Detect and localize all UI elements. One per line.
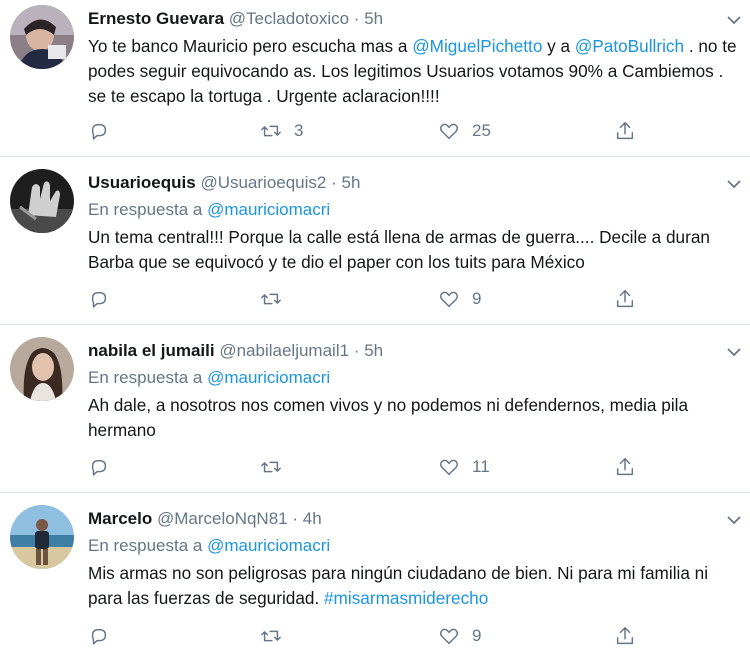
tweet-actions: 3 25: [88, 119, 648, 143]
text-segment: y a: [542, 36, 575, 56]
retweet-count: 3: [294, 121, 304, 140]
user-handle[interactable]: @Tecladotoxico: [229, 9, 349, 28]
share-icon: [616, 458, 634, 476]
display-name[interactable]: Usuarioequis: [88, 173, 196, 192]
reply-button[interactable]: [88, 119, 122, 143]
avatar-image: [10, 337, 74, 401]
reply-icon: [91, 123, 107, 140]
tweet-actions: 9: [88, 287, 648, 311]
chevron-down-icon[interactable]: [724, 342, 744, 362]
share-button[interactable]: [614, 119, 636, 143]
tweet[interactable]: Ernesto Guevara @Tecladotoxico · 5h Yo t…: [0, 0, 750, 157]
tweet-text: Ah dale, a nosotros nos comen vivos y no…: [88, 393, 738, 443]
retweet-button[interactable]: [260, 455, 294, 479]
chevron-down-icon[interactable]: [724, 10, 744, 30]
reply-icon: [91, 291, 107, 308]
mention-link[interactable]: @MiguelPichetto: [412, 36, 542, 56]
share-icon: [616, 122, 634, 140]
reply-prefix: En respuesta a: [88, 368, 203, 387]
tweet-actions: 9: [88, 624, 648, 648]
separator: ·: [292, 509, 299, 528]
tweet[interactable]: nabila el jumaili @nabilaeljumail1 · 5h …: [0, 325, 750, 493]
reply-icon: [91, 628, 107, 645]
timestamp[interactable]: 5h: [342, 173, 361, 192]
retweet-button[interactable]: [260, 624, 294, 648]
like-button[interactable]: 25: [438, 119, 491, 143]
heart-icon: [439, 628, 459, 645]
reply-to-link[interactable]: @mauriciomacri: [207, 200, 330, 219]
tweet-header: Marcelo @MarceloNqN81 · 4h: [88, 506, 322, 532]
retweet-icon: [261, 125, 281, 137]
reply-icon: [91, 459, 107, 476]
user-handle[interactable]: @MarceloNqN81: [157, 509, 288, 528]
text-segment: Un tema central!!! Porque la calle está …: [88, 227, 710, 272]
reply-to-link[interactable]: @mauriciomacri: [207, 368, 330, 387]
display-name[interactable]: Marcelo: [88, 509, 152, 528]
like-count: 9: [472, 626, 482, 645]
share-button[interactable]: [614, 455, 636, 479]
timestamp[interactable]: 5h: [364, 341, 383, 360]
retweet-button[interactable]: [260, 287, 294, 311]
display-name[interactable]: Ernesto Guevara: [88, 9, 224, 28]
like-button[interactable]: 9: [438, 287, 481, 311]
share-button[interactable]: [614, 624, 636, 648]
reply-prefix: En respuesta a: [88, 536, 203, 555]
like-count: 9: [472, 289, 482, 308]
avatar[interactable]: [10, 505, 74, 569]
tweet-text: Mis armas no son peligrosas para ningún …: [88, 561, 738, 611]
like-button[interactable]: 11: [438, 455, 490, 479]
heart-icon: [439, 459, 459, 476]
retweet-icon: [261, 293, 281, 305]
avatar-image: [10, 505, 74, 569]
text-segment: Yo te banco Mauricio pero escucha mas a: [88, 36, 413, 56]
avatar[interactable]: [10, 337, 74, 401]
share-icon: [616, 290, 634, 308]
tweet-feed: Ernesto Guevara @Tecladotoxico · 5h Yo t…: [0, 0, 750, 657]
retweet-icon: [261, 461, 281, 473]
reply-button[interactable]: [88, 455, 122, 479]
avatar-image: [10, 169, 74, 233]
reply-button[interactable]: [88, 624, 122, 648]
tweet[interactable]: Usuarioequis @Usuarioequis2 · 5h En resp…: [0, 157, 750, 325]
user-handle[interactable]: @nabilaeljumail1: [219, 341, 349, 360]
tweet-actions: 11: [88, 455, 648, 479]
like-button[interactable]: 9: [438, 624, 481, 648]
avatar-image: [10, 5, 74, 69]
chevron-down-icon[interactable]: [724, 174, 744, 194]
tweet-header: Usuarioequis @Usuarioequis2 · 5h: [88, 170, 360, 196]
user-handle[interactable]: @Usuarioequis2: [200, 173, 326, 192]
timestamp[interactable]: 4h: [303, 509, 322, 528]
heart-icon: [439, 291, 459, 308]
tweet[interactable]: Marcelo @MarceloNqN81 · 4h En respuesta …: [0, 493, 750, 657]
text-segment: Ah dale, a nosotros nos comen vivos y no…: [88, 395, 689, 440]
retweet-button[interactable]: 3: [260, 119, 303, 143]
reply-button[interactable]: [88, 287, 122, 311]
tweet-text: Yo te banco Mauricio pero escucha mas a …: [88, 34, 738, 109]
tweet-header: Ernesto Guevara @Tecladotoxico · 5h: [88, 6, 383, 32]
separator: ·: [353, 341, 360, 360]
display-name[interactable]: nabila el jumaili: [88, 341, 215, 360]
tweet-text: Un tema central!!! Porque la calle está …: [88, 225, 738, 275]
separator: ·: [353, 9, 360, 28]
mention-link[interactable]: @PatoBullrich: [575, 36, 684, 56]
timestamp[interactable]: 5h: [364, 9, 383, 28]
share-icon: [616, 627, 634, 645]
reply-context: En respuesta a @mauriciomacri: [88, 366, 330, 390]
reply-context: En respuesta a @mauriciomacri: [88, 534, 330, 558]
reply-to-link[interactable]: @mauriciomacri: [207, 536, 330, 555]
hashtag-link[interactable]: #misarmasmiderecho: [324, 588, 488, 608]
avatar[interactable]: [10, 169, 74, 233]
like-count: 25: [472, 121, 491, 140]
retweet-icon: [261, 630, 281, 642]
tweet-header: nabila el jumaili @nabilaeljumail1 · 5h: [88, 338, 383, 364]
separator: ·: [331, 173, 337, 192]
like-count: 11: [472, 457, 490, 476]
heart-icon: [439, 123, 459, 140]
reply-context: En respuesta a @mauriciomacri: [88, 198, 330, 222]
chevron-down-icon[interactable]: [724, 510, 744, 530]
reply-prefix: En respuesta a: [88, 200, 203, 219]
share-button[interactable]: [614, 287, 636, 311]
avatar[interactable]: [10, 5, 74, 69]
